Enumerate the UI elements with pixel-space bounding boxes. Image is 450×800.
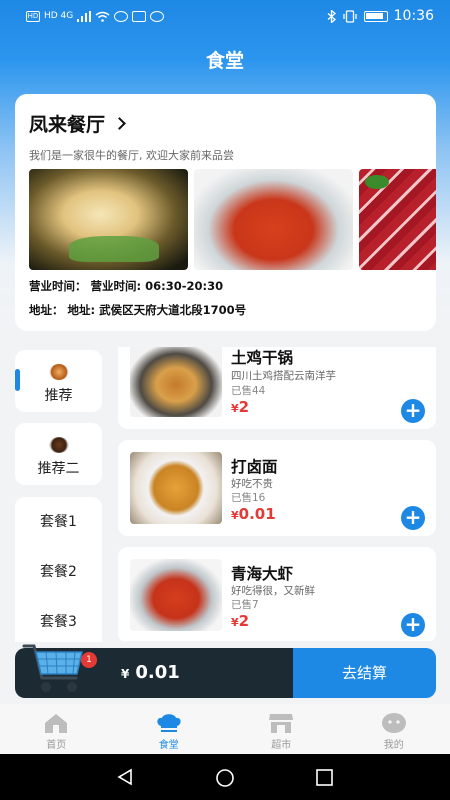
dish-image — [130, 452, 222, 524]
dish-price: ¥0.01 — [231, 505, 276, 523]
cart-total: ¥0.01 — [121, 662, 180, 683]
recents-icon[interactable] — [316, 769, 333, 786]
nav-supermarket[interactable]: 超市 — [225, 704, 338, 754]
photo-sliced-beef — [359, 169, 436, 270]
hd-icon: HD — [26, 10, 40, 22]
dish-price: ¥2 — [231, 398, 250, 416]
photo-crayfish — [194, 169, 353, 270]
category-tab-set-1[interactable]: 套餐1 — [15, 497, 102, 547]
shop-card: 凤来餐厅 我们是一家很牛的餐厅, 欢迎大家前来品尝 营业时间： 营业时间: 06… — [15, 94, 436, 331]
category-set-group: 套餐1 套餐2 套餐3 — [15, 497, 102, 642]
add-to-cart-button[interactable]: + — [401, 399, 425, 423]
shop-photo-carousel[interactable] — [29, 169, 436, 270]
category-label: 推荐 — [44, 388, 73, 404]
page-title: 食堂 — [205, 50, 244, 72]
category-tab-set-3[interactable]: 套餐3 — [15, 597, 102, 642]
store-icon — [269, 714, 294, 733]
chef-hat-icon — [157, 714, 181, 732]
dish-image — [130, 347, 222, 417]
battery-icon — [363, 10, 388, 22]
dish-name: 青海大虾 — [231, 565, 294, 583]
dish-list[interactable]: 土鸡干锅 四川土鸡搭配云南洋芋 已售44 ¥2 + 打卤面 好吃不贵 已售16 … — [118, 347, 436, 641]
music-icon — [150, 10, 165, 22]
profile-icon — [381, 713, 406, 733]
category-tab-recommend[interactable]: 推荐 — [15, 350, 102, 412]
dish-price: ¥2 — [231, 612, 250, 630]
photo-white-cut-chicken — [29, 169, 188, 270]
dish-icon — [48, 437, 69, 453]
bluetooth-icon — [327, 9, 336, 23]
dish-description: 好吃得很，又新鲜 — [231, 585, 315, 597]
business-hours: 营业时间： 营业时间: 06:30-20:30 — [29, 279, 224, 293]
dish-description: 四川土鸡搭配云南洋芋 — [231, 370, 336, 382]
shop-name-link[interactable]: 凤来餐厅 — [29, 110, 126, 137]
vibrate-icon — [342, 9, 357, 23]
back-icon[interactable] — [116, 768, 134, 786]
chevron-right-icon — [113, 117, 126, 130]
network-label: HD 4G — [44, 11, 74, 21]
active-category-indicator — [15, 369, 20, 391]
dish-image — [130, 559, 222, 631]
dish-card[interactable]: 打卤面 好吃不贵 已售16 ¥0.01 + — [118, 440, 436, 536]
status-right: 10:36 — [327, 8, 434, 24]
signal-icon — [77, 10, 92, 22]
bottom-nav: 首页 食堂 超市 我的 — [0, 704, 450, 754]
shop-address: 地址： 地址: 武侯区天府大道北段1700号 — [29, 303, 247, 317]
home-icon — [45, 714, 68, 733]
add-to-cart-button[interactable]: + — [401, 506, 425, 530]
nav-canteen[interactable]: 食堂 — [113, 704, 226, 754]
shopping-cart-icon[interactable] — [22, 640, 88, 698]
nav-profile[interactable]: 我的 — [338, 704, 450, 754]
dish-sold-count: 已售16 — [231, 492, 266, 504]
status-icons: HD HD 4G — [26, 10, 165, 22]
category-label: 推荐二 — [37, 461, 80, 477]
app-notification-icon — [132, 10, 147, 22]
shop-description: 我们是一家很牛的餐厅, 欢迎大家前来品尝 — [29, 149, 234, 162]
add-to-cart-button[interactable]: + — [401, 613, 425, 637]
dish-card[interactable]: 土鸡干锅 四川土鸡搭配云南洋芋 已售44 ¥2 + — [118, 347, 436, 429]
dish-name: 打卤面 — [231, 458, 278, 476]
dish-sold-count: 已售7 — [231, 599, 259, 611]
shop-name: 凤来餐厅 — [29, 114, 106, 136]
category-tab-recommend-2[interactable]: 推荐二 — [15, 423, 102, 485]
wifi-icon — [95, 11, 110, 22]
dish-name: 土鸡干锅 — [231, 349, 294, 367]
clock: 10:36 — [393, 8, 434, 24]
nav-home[interactable]: 首页 — [0, 704, 113, 754]
dish-sold-count: 已售44 — [231, 385, 266, 397]
status-bar: HD HD 4G 10:36 — [0, 0, 450, 32]
system-navigation-bar — [0, 754, 450, 800]
dish-description: 好吃不贵 — [231, 478, 273, 490]
category-tab-set-2[interactable]: 套餐2 — [15, 547, 102, 597]
dish-card[interactable]: 青海大虾 好吃得很，又新鲜 已售7 ¥2 + — [118, 547, 436, 641]
app-notification-icon — [114, 10, 129, 22]
cart-count-badge: 1 — [81, 652, 97, 668]
dish-icon — [48, 364, 69, 380]
home-circle-icon[interactable] — [215, 768, 235, 788]
checkout-button[interactable]: 去结算 — [293, 648, 436, 698]
